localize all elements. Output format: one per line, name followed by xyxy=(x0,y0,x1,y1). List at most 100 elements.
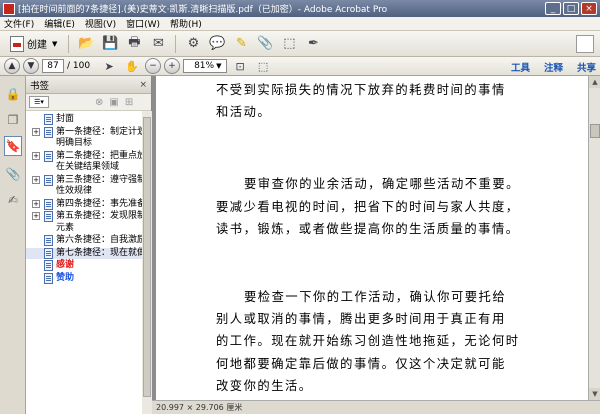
page-size-readout: 20.997 × 29.706 厘米 xyxy=(156,403,243,412)
bookmark-item[interactable]: 封面 xyxy=(26,114,151,126)
lock-icon[interactable]: 🔒 xyxy=(4,84,22,104)
text-line: 要审查你的业余活动，确定哪些活动不重要。 xyxy=(244,177,520,191)
bookmark-page-icon xyxy=(44,114,53,125)
main-toolbar: 创建 ▼ 📂 💾 🖶 ✉ ⚙ 💬 ✎ 📎 ⬚ ✒ xyxy=(0,31,600,57)
text-line: 何地都要确定靠后做的事情。仅这个决定就可能 xyxy=(216,357,506,371)
menu-view[interactable]: 视图(V) xyxy=(85,17,116,30)
attachments-icon[interactable]: 📎 xyxy=(4,164,22,184)
bookmark-label: 第二条捷径：把重点放在关键结果领域 xyxy=(56,150,147,173)
open-folder-icon[interactable]: 📂 xyxy=(76,34,96,54)
text-line: 和活动。 xyxy=(216,105,272,119)
delete-bookmark-icon[interactable]: ⊗ xyxy=(95,97,103,108)
bookmark-list: 封面 + 第一条捷径：制定计划明确目标 + 第二条捷径：把重点放在关键结果领域 + 第三条捷… xyxy=(26,111,151,284)
navigation-pane-strip: 🔒 ❐ 🔖 📎 ✍ xyxy=(0,76,26,414)
document-page: 不受到实际损失的情况下放弃的耗费时间的事情 和活动。 要审查你的业余活动，确定哪… xyxy=(156,76,588,400)
text-line: 的工作。现在就开始练习创造性地拖延，无论何时 xyxy=(216,334,520,348)
comment-link[interactable]: 注释 xyxy=(544,60,563,74)
attach-icon[interactable]: 📎 xyxy=(255,34,275,54)
bookmark-item[interactable]: + 第二条捷径：把重点放在关键结果领域 xyxy=(26,150,151,174)
sign-icon[interactable]: ✒ xyxy=(303,34,323,54)
previous-page-button[interactable]: ▲ xyxy=(4,58,20,74)
chevron-down-icon: ▼ xyxy=(216,62,222,70)
text-line: 读书，锻炼，或者做些提高你的生活质量的事情。 xyxy=(216,222,520,236)
create-pdf-icon xyxy=(10,35,24,52)
print-icon[interactable]: 🖶 xyxy=(124,34,144,54)
bookmark-item[interactable]: + 第一条捷径：制定计划明确目标 xyxy=(26,126,151,150)
menu-bar: 文件(F) 编辑(E) 视图(V) 窗口(W) 帮助(H) xyxy=(0,17,600,31)
scroll-up-icon[interactable]: ▲ xyxy=(589,76,600,88)
new-bookmark-icon[interactable]: ▣ xyxy=(109,97,118,108)
page-total: / 100 xyxy=(67,61,91,71)
expand-icon[interactable] xyxy=(576,35,594,53)
page-thumbnails-icon[interactable]: ❐ xyxy=(4,110,22,130)
menu-window[interactable]: 窗口(W) xyxy=(126,17,160,30)
bookmark-item[interactable]: + 第四条捷径：事先准备 xyxy=(26,198,151,211)
text-line: 别人或取消的事情，腾出更多时间用于真正有用 xyxy=(216,312,506,326)
maximize-button[interactable]: □ xyxy=(563,2,579,15)
expand-toggle-icon[interactable]: + xyxy=(32,175,40,184)
document-scrollbar[interactable]: ▲ ▼ xyxy=(588,76,600,400)
bookmark-label: 第三条捷径：遵守强制性效规律 xyxy=(56,174,147,197)
tools-link[interactable]: 工具 xyxy=(511,60,530,74)
menu-edit[interactable]: 编辑(E) xyxy=(44,17,75,30)
bookmark-label: 封面 xyxy=(56,114,75,124)
expand-toggle-icon[interactable]: + xyxy=(32,151,40,160)
expand-toggle-icon[interactable]: + xyxy=(32,212,40,220)
email-icon[interactable]: ✉ xyxy=(148,34,168,54)
select-cursor-icon[interactable]: ➤ xyxy=(99,56,119,76)
bookmarks-icon[interactable]: 🔖 xyxy=(4,136,22,156)
comment-icon[interactable]: 💬 xyxy=(207,34,227,54)
hand-tool-icon[interactable]: ✋ xyxy=(122,56,142,76)
settings-icon[interactable]: ⚙ xyxy=(183,34,203,54)
create-button[interactable]: 创建 ▼ xyxy=(6,34,61,54)
signatures-icon[interactable]: ✍ xyxy=(4,190,22,210)
bookmark-label: 第七条捷径：现在就做 xyxy=(56,247,147,258)
bookmark-page-icon xyxy=(44,247,53,259)
next-page-button[interactable]: ▼ xyxy=(23,58,39,74)
navigation-toolbar: ▲ ▼ 87 / 100 ➤ ✋ − + 81% ▼ ⊡ ⬚ 工具 注释 共享 xyxy=(0,57,600,76)
scroll-down-icon[interactable]: ▼ xyxy=(589,388,600,400)
expand-toggle-icon[interactable]: + xyxy=(32,199,40,208)
bookmark-item[interactable]: 感谢 xyxy=(26,260,151,272)
text-line: 要检查一下你的工作活动，确认你可要托给 xyxy=(244,290,507,304)
fit-width-icon[interactable]: ⬚ xyxy=(253,56,273,76)
close-icon[interactable]: × xyxy=(139,80,147,90)
share-link[interactable]: 共享 xyxy=(577,60,596,74)
chevron-down-icon: ▼ xyxy=(52,39,58,48)
bookmarks-scrollbar[interactable] xyxy=(142,111,152,414)
bookmark-page-icon xyxy=(44,260,53,271)
bookmark-page-icon xyxy=(44,174,53,186)
zoom-select[interactable]: 81% ▼ xyxy=(183,59,228,73)
bookmark-item[interactable]: 第六条捷径：自我激励 xyxy=(26,235,151,247)
bookmarks-panel: 书签 × ☰▾ ⊗ ▣ ⊞ 封面 + 第一条捷径：制定计划明确目标 + 第二条捷径：把重… xyxy=(26,76,152,414)
create-label: 创建 xyxy=(27,40,47,51)
bookmark-item[interactable]: + 第五条捷径：发现限制元素 xyxy=(26,211,151,234)
bookmark-page-icon xyxy=(44,211,53,222)
expand-toggle-icon[interactable]: + xyxy=(32,127,40,136)
expand-bookmark-icon[interactable]: ⊞ xyxy=(125,97,133,108)
close-button[interactable]: × xyxy=(581,2,597,15)
fit-page-icon[interactable]: ⊡ xyxy=(230,56,250,76)
minimize-button[interactable]: _ xyxy=(545,2,561,15)
zoom-in-button[interactable]: + xyxy=(164,58,181,74)
bookmark-label: 第四条捷径：事先准备 xyxy=(56,198,147,209)
bookmark-label: 第一条捷径：制定计划明确目标 xyxy=(56,126,147,149)
bookmark-item[interactable]: + 第三条捷径：遵守强制性效规律 xyxy=(26,174,151,198)
bookmark-item[interactable]: 赞助 xyxy=(26,272,151,285)
window-title: [拍在时间前面的7条捷径].(美)史蒂文·凯斯.清晰扫描版.pdf（已加密）- … xyxy=(18,5,388,15)
save-icon[interactable]: 💾 xyxy=(100,34,120,54)
zoom-value: 81% xyxy=(194,61,215,71)
options-menu-button[interactable]: ☰▾ xyxy=(29,96,49,108)
zoom-out-button[interactable]: − xyxy=(145,58,162,74)
highlight-icon[interactable]: ✎ xyxy=(231,34,251,54)
text-line: 要减少看电视的时间，把省下的时间与家人共度， xyxy=(216,200,520,214)
scroll-thumb[interactable] xyxy=(590,124,600,138)
bookmark-label: 第五条捷径：发现限制元素 xyxy=(56,211,147,233)
bookmark-item[interactable]: 第七条捷径：现在就做 xyxy=(26,247,151,259)
menu-help[interactable]: 帮助(H) xyxy=(170,17,202,30)
bookmark-page-icon xyxy=(44,198,53,210)
page-number-input[interactable]: 87 xyxy=(42,59,64,73)
stamp-icon[interactable]: ⬚ xyxy=(279,34,299,54)
menu-file[interactable]: 文件(F) xyxy=(4,17,34,30)
bookmark-label: 第六条捷径：自我激励 xyxy=(56,235,147,245)
